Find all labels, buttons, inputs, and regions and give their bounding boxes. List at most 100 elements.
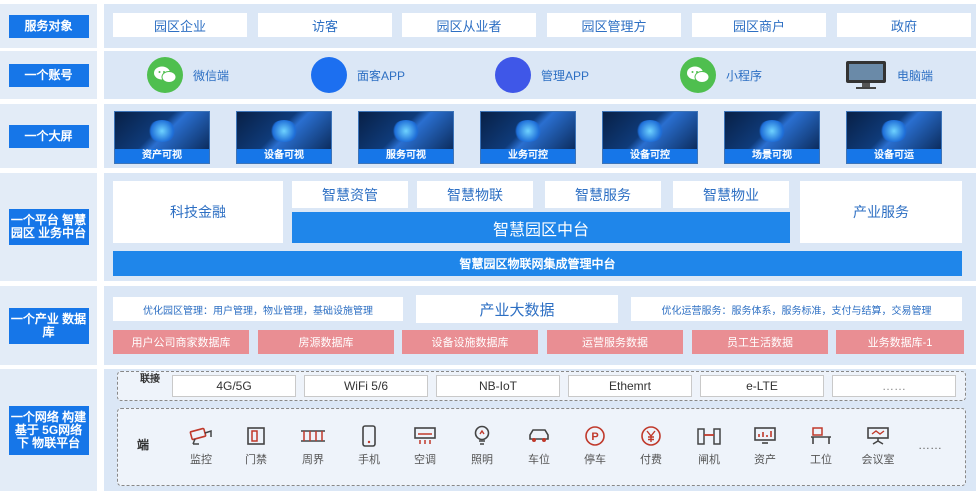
device-asset[interactable]: 资产	[745, 425, 785, 467]
platform-module: 智慧物联	[417, 181, 533, 208]
fence-icon	[293, 425, 333, 447]
screen-caption: 服务可视	[359, 149, 453, 163]
device-label: 照明	[471, 454, 493, 466]
account-label: 面客APP	[357, 68, 406, 83]
service-object: 园区管理方	[547, 13, 681, 37]
device-label: 周界	[302, 454, 324, 466]
screen-thumbnail[interactable]: 服务可视	[358, 111, 454, 164]
device-phone[interactable]: 手机	[349, 425, 389, 467]
account-miniprogram[interactable]: 小程序	[680, 56, 762, 94]
platform-module: 智慧资管	[292, 181, 408, 208]
wechat-icon	[147, 57, 183, 93]
device-payment[interactable]: 付费	[631, 425, 671, 467]
network-item: e-LTE	[700, 375, 824, 397]
asset-icon	[745, 425, 785, 447]
row-tag: 一个大屏	[8, 124, 89, 148]
screen-thumbnail[interactable]: 资产可视	[114, 111, 210, 164]
device-lighting[interactable]: 照明	[462, 425, 502, 467]
row-tag: 一个产业 数据库	[8, 307, 89, 344]
row-tag: 服务对象	[8, 14, 89, 38]
device-label: 车位	[528, 454, 550, 466]
row-label-account: 一个账号	[0, 51, 97, 99]
platform-right-box: 产业服务	[800, 181, 962, 243]
device-label: 停车	[584, 454, 606, 466]
platform-module: 智慧物业	[673, 181, 789, 208]
app-circle-icon	[311, 57, 347, 93]
screen-caption: 业务可控	[481, 149, 575, 163]
account-label: 微信端	[193, 68, 230, 83]
device-camera[interactable]: 监控	[181, 425, 221, 467]
car-icon	[519, 425, 559, 447]
screen-caption: 设备可运	[847, 149, 941, 163]
workstation-icon	[801, 425, 841, 447]
svg-text:P: P	[591, 431, 598, 443]
account-pc[interactable]: 电脑端	[845, 56, 933, 94]
screen-thumbnail[interactable]: 设备可运	[846, 111, 942, 164]
connect-label: 联接	[140, 374, 160, 385]
screen-thumbnail[interactable]: 场景可视	[724, 111, 820, 164]
account-visitor-app[interactable]: 面客APP	[311, 56, 405, 94]
app-circle-icon	[495, 57, 531, 93]
row-label-service: 服务对象	[0, 4, 97, 48]
screen-thumbnail[interactable]: 业务可控	[480, 111, 576, 164]
screen-image	[237, 112, 331, 150]
device-parking[interactable]: P 停车	[575, 425, 615, 467]
network-item: WiFi 5/6	[304, 375, 428, 397]
camera-icon	[181, 425, 221, 447]
bulb-icon	[462, 425, 502, 447]
account-label: 小程序	[726, 68, 763, 83]
database-item: 用户公司商家数据库	[113, 330, 249, 354]
screen-caption: 场景可视	[725, 149, 819, 163]
screen-image	[359, 112, 453, 150]
device-label: 付费	[640, 454, 662, 466]
platform-bottom-bar: 智慧园区物联网集成管理中台	[113, 251, 962, 276]
device-label: 门禁	[245, 454, 267, 466]
device-label: 会议室	[861, 454, 895, 466]
screen-image	[603, 112, 697, 150]
screen-image	[847, 112, 941, 150]
miniprogram-icon	[680, 57, 716, 93]
network-item: Ethemrt	[568, 375, 692, 397]
network-item: ……	[832, 375, 956, 397]
screen-image	[481, 112, 575, 150]
database-left-note: 优化园区管理：用户管理，物业管理，基础设施管理	[113, 297, 403, 321]
platform-left-box: 科技金融	[113, 181, 283, 243]
database-item: 运营服务数据	[547, 330, 683, 354]
gate-icon	[689, 425, 729, 447]
row-label-platform: 一个平台 智慧园区 业务中台	[0, 173, 97, 281]
database-item: 房源数据库	[258, 330, 394, 354]
screen-caption: 设备可视	[237, 149, 331, 163]
screen-thumbnail[interactable]: 设备可视	[236, 111, 332, 164]
device-label: 资产	[754, 454, 776, 466]
service-object: 园区商户	[692, 13, 826, 37]
devices-more: ……	[918, 438, 942, 452]
device-label: 闸机	[698, 454, 720, 466]
aircon-icon	[405, 425, 445, 447]
account-wechat[interactable]: 微信端	[147, 56, 229, 94]
platform-center-box: 智慧园区中台	[292, 212, 790, 243]
service-object: 访客	[258, 13, 392, 37]
screen-image	[725, 112, 819, 150]
account-admin-app[interactable]: 管理APP	[495, 56, 589, 94]
service-object: 政府	[837, 13, 971, 37]
account-label: 电脑端	[897, 68, 934, 83]
service-object: 园区从业者	[402, 13, 536, 37]
device-aircon[interactable]: 空调	[405, 425, 445, 467]
screen-caption: 资产可视	[115, 149, 209, 163]
row-label-database: 一个产业 数据库	[0, 286, 97, 365]
network-item: NB-IoT	[436, 375, 560, 397]
device-door[interactable]: 门禁	[236, 425, 276, 467]
row-label-network: 一个网络 构建基于 5G网络下 物联平台	[0, 369, 97, 491]
device-meeting-room[interactable]: 会议室	[858, 425, 898, 467]
screen-thumbnail[interactable]: 设备可控	[602, 111, 698, 164]
device-parking-space[interactable]: 车位	[519, 425, 559, 467]
device-fence[interactable]: 周界	[293, 425, 333, 467]
service-object: 园区企业	[113, 13, 247, 37]
device-label: 空调	[414, 454, 436, 466]
device-workstation[interactable]: 工位	[801, 425, 841, 467]
meeting-room-icon	[858, 425, 898, 447]
device-gate[interactable]: 闸机	[689, 425, 729, 467]
row-tag: 一个网络 构建基于 5G网络下 物联平台	[8, 405, 89, 455]
account-label: 管理APP	[541, 68, 590, 83]
endpoint-label: 端	[137, 438, 150, 452]
